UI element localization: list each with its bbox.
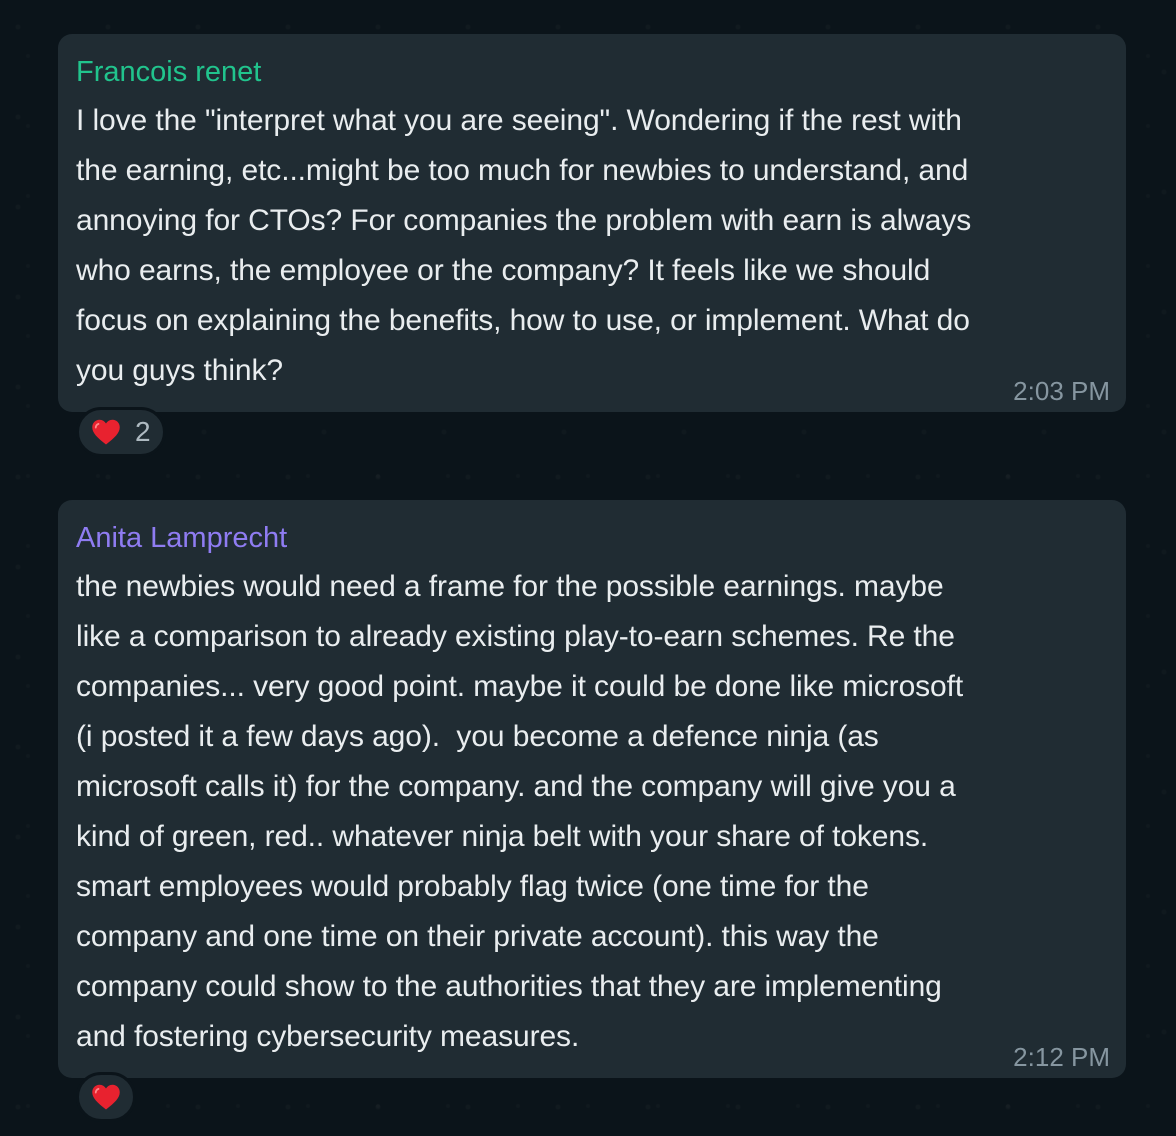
- message-text: the newbies would need a frame for the p…: [76, 570, 964, 1053]
- message-bubble[interactable]: Anita Lamprecht the newbies would need a…: [58, 500, 1126, 1078]
- heart-icon: [91, 418, 121, 446]
- heart-icon: [91, 1083, 121, 1111]
- message-timestamp: 2:12 PM: [1013, 1042, 1110, 1072]
- sender-name[interactable]: Anita Lamprecht: [76, 520, 1098, 556]
- message-bubble[interactable]: Francois renet I love the "interpret wha…: [58, 34, 1126, 412]
- message-timestamp: 2:03 PM: [1013, 376, 1110, 406]
- chat-conversation: Francois renet I love the "interpret wha…: [0, 0, 1176, 1136]
- reaction-pill[interactable]: 2: [76, 407, 166, 457]
- reaction-count: 2: [135, 416, 151, 447]
- message-text: I love the "interpret what you are seein…: [76, 104, 972, 387]
- sender-name[interactable]: Francois renet: [76, 54, 1098, 90]
- reaction-pill[interactable]: [76, 1072, 136, 1122]
